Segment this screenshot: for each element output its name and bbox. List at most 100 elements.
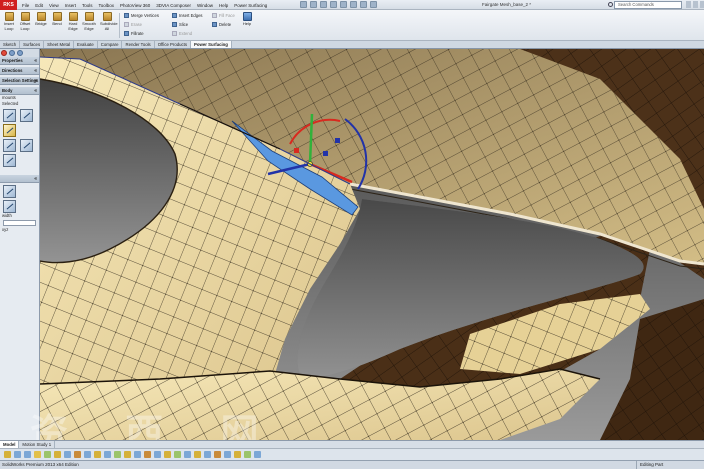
cartoon-icon[interactable] xyxy=(244,451,251,458)
close-icon[interactable] xyxy=(700,1,704,8)
menu-3dvia[interactable]: 3DVIA Composer xyxy=(156,3,191,8)
maximize-icon[interactable] xyxy=(693,1,698,8)
isolate-icon[interactable] xyxy=(194,451,201,458)
directions-section[interactable]: Directions xyxy=(0,67,39,75)
loop-select-icon[interactable] xyxy=(3,139,16,152)
select-icon[interactable] xyxy=(350,1,357,8)
menu-window[interactable]: Window xyxy=(197,3,213,8)
realview-icon[interactable] xyxy=(224,451,231,458)
camera-icon[interactable] xyxy=(104,451,111,458)
ambient-icon[interactable] xyxy=(234,451,241,458)
offset-loop-button[interactable]: Offset Loop xyxy=(18,12,32,31)
merge-vertices-button[interactable]: Merge Vertices xyxy=(124,13,159,18)
hard-edge-button[interactable]: Hard Edge xyxy=(66,12,80,31)
plane-handle-blue-2[interactable] xyxy=(335,138,340,143)
menu-tools[interactable]: Tools xyxy=(82,3,93,8)
appearance-icon[interactable] xyxy=(74,451,81,458)
menu-view[interactable]: View xyxy=(49,3,59,8)
vertex-select-icon[interactable] xyxy=(20,109,33,122)
ring-select-icon[interactable] xyxy=(20,139,33,152)
walkthrough-icon[interactable] xyxy=(254,451,261,458)
menu-edit[interactable]: Edit xyxy=(35,3,43,8)
grid-icon[interactable] xyxy=(184,451,191,458)
tab-office-products[interactable]: Office Products xyxy=(155,41,192,48)
menu-toolbox[interactable]: Toolbox xyxy=(99,3,115,8)
options-icon[interactable] xyxy=(370,1,377,8)
edge-select-icon[interactable] xyxy=(3,109,16,122)
selection-settings-section[interactable]: Selection Settings xyxy=(0,77,39,85)
display-style-icon[interactable] xyxy=(54,451,61,458)
face-select-icon[interactable] xyxy=(3,124,16,137)
help-button[interactable]: Help xyxy=(240,12,254,27)
tab-render-tools[interactable]: Render Tools xyxy=(122,41,155,48)
shadow-icon[interactable] xyxy=(214,451,221,458)
section-view-icon[interactable] xyxy=(64,451,71,458)
insert-loop-button[interactable]: Insert Loop xyxy=(2,12,16,31)
undo-icon[interactable] xyxy=(340,1,347,8)
rotate-icon[interactable] xyxy=(44,451,51,458)
prev-icon[interactable] xyxy=(4,451,11,458)
new-icon[interactable] xyxy=(300,1,307,8)
zoom-icon[interactable] xyxy=(24,451,31,458)
solidworks-logo[interactable]: RKS xyxy=(0,0,17,10)
smooth-edge-button[interactable]: Smooth Edge xyxy=(82,12,96,31)
tab-motion-study[interactable]: Motion Study 1 xyxy=(19,441,56,448)
grow-select-icon[interactable] xyxy=(3,154,16,167)
tab-sheet-metal[interactable]: Sheet Metal xyxy=(44,41,75,48)
pan-icon[interactable] xyxy=(34,451,41,458)
tab-power-surfacing[interactable]: Power Surfacing xyxy=(191,41,232,48)
perspective-icon[interactable] xyxy=(204,451,211,458)
slice-button[interactable]: Slice xyxy=(172,22,188,27)
property-manager-icon[interactable] xyxy=(9,50,15,56)
render-icon[interactable] xyxy=(144,451,151,458)
view-settings-icon[interactable] xyxy=(94,451,101,458)
lights-icon[interactable] xyxy=(114,451,121,458)
search-icon[interactable] xyxy=(608,2,613,7)
plane-handle-blue[interactable] xyxy=(323,151,328,156)
tab-model[interactable]: Model xyxy=(0,441,20,448)
ribbon-separator xyxy=(119,13,120,38)
body-section[interactable]: Body xyxy=(0,87,39,95)
menu-file[interactable]: File xyxy=(22,3,29,8)
minimize-icon[interactable] xyxy=(686,1,691,8)
configuration-icon[interactable] xyxy=(17,50,23,56)
tab-sketch[interactable]: Sketch xyxy=(0,41,21,48)
graphics-viewport[interactable] xyxy=(40,49,704,440)
mesh-model-view[interactable] xyxy=(40,49,704,440)
feature-manager-icon[interactable] xyxy=(1,50,7,56)
layers-icon[interactable] xyxy=(174,451,181,458)
menu-power-surfacing[interactable]: Power Surfacing xyxy=(234,3,267,8)
hide-show-icon[interactable] xyxy=(124,451,131,458)
subdivide-all-button[interactable]: Subdivide All xyxy=(100,12,118,31)
print-icon[interactable] xyxy=(330,1,337,8)
options-section[interactable] xyxy=(0,175,39,183)
erase-button[interactable]: Erase xyxy=(124,22,142,27)
width-input[interactable] xyxy=(3,220,36,226)
plane-handle-red[interactable] xyxy=(294,148,299,153)
bridge-button[interactable]: Bridge xyxy=(34,12,48,27)
menu-insert[interactable]: Insert xyxy=(65,3,76,8)
orientation-icon[interactable] xyxy=(134,451,141,458)
bend-button[interactable]: Bend xyxy=(50,12,64,27)
fill-face-button[interactable]: Fill Face xyxy=(212,13,235,18)
transform-icon[interactable] xyxy=(3,185,16,198)
menu-photoview[interactable]: PhotoView 360 xyxy=(120,3,150,8)
tab-surfaces[interactable]: Surfaces xyxy=(20,41,45,48)
menu-help[interactable]: Help xyxy=(219,3,228,8)
fillrate-button[interactable]: Fillrate xyxy=(124,31,144,36)
delete-button[interactable]: Delete xyxy=(212,22,231,27)
rebuild-icon[interactable] xyxy=(360,1,367,8)
save-icon[interactable] xyxy=(320,1,327,8)
search-commands-input[interactable]: Search Commands xyxy=(614,1,682,9)
next-icon[interactable] xyxy=(14,451,21,458)
insert-edges-button[interactable]: Insert Edges xyxy=(172,13,203,18)
scene-icon[interactable] xyxy=(84,451,91,458)
snapshot-icon[interactable] xyxy=(164,451,171,458)
open-icon[interactable] xyxy=(310,1,317,8)
extend-button[interactable]: Extend xyxy=(172,31,192,36)
scale-icon[interactable] xyxy=(3,200,16,213)
measure-icon[interactable] xyxy=(154,451,161,458)
tab-evaluate[interactable]: Evaluate xyxy=(74,41,98,48)
tab-compare[interactable]: Compare xyxy=(98,41,123,48)
properties-header[interactable]: Properties xyxy=(0,57,39,65)
